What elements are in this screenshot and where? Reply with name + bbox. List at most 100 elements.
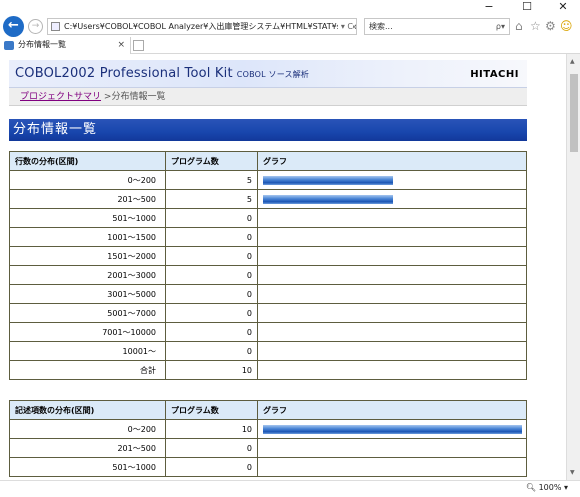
table-row: 501〜1000 0: [9, 208, 527, 228]
feedback-smiley-icon[interactable]: ☺: [560, 18, 573, 34]
title-bar: − ☐ ✕: [0, 0, 580, 15]
product-banner: COBOL2002 Professional Tool Kit COBOL ソース…: [9, 60, 527, 88]
range-cell: 1501〜2000: [9, 246, 166, 266]
refresh-dropdown-icon[interactable]: ▾ C: [337, 19, 353, 34]
new-tab-button[interactable]: [133, 40, 144, 51]
graph-cell: [257, 265, 527, 285]
zoom-level[interactable]: 🔍︎ 100% ▾: [526, 483, 568, 492]
graph-cell: [257, 227, 527, 247]
range-cell: 5001〜7000: [9, 303, 166, 323]
back-button[interactable]: ←: [3, 16, 24, 37]
home-icon[interactable]: ⌂: [515, 18, 523, 34]
graph-cell: [257, 303, 527, 323]
range-cell: 1001〜1500: [9, 227, 166, 247]
ie-page-icon: [4, 41, 14, 50]
table-row: 0〜200 10: [9, 419, 527, 439]
range-cell: 3001〜5000: [9, 284, 166, 304]
page-title: 分布情報一覧: [9, 119, 527, 141]
graph-cell: [257, 284, 527, 304]
range-cell: 501〜1000: [9, 208, 166, 228]
table-row: 0〜200 5: [9, 170, 527, 190]
range-cell: 10001〜: [9, 341, 166, 361]
range-cell: 2001〜3000: [9, 265, 166, 285]
graph-cell: [257, 208, 527, 228]
count-cell: 0: [165, 341, 258, 361]
column-header-range: 行数の分布(区間): [9, 151, 166, 171]
favorites-star-icon[interactable]: ☆: [530, 18, 541, 34]
table-row: 501〜1000 0: [9, 457, 527, 477]
minimize-button[interactable]: −: [474, 0, 504, 15]
distribution-bar: [263, 175, 393, 185]
distribution-bar: [263, 424, 522, 434]
page-content: COBOL2002 Professional Tool Kit COBOL ソース…: [0, 54, 566, 480]
column-header-range: 記述項数の分布(区間): [9, 400, 166, 420]
close-window-button[interactable]: ✕: [548, 0, 578, 15]
breadcrumb-project-summary-link[interactable]: プロジェクトサマリ: [20, 92, 101, 102]
address-row: ← → C:¥Users¥COBOL¥COBOL Analyzer¥入出庫管理シ…: [0, 15, 580, 37]
count-cell: 0: [165, 246, 258, 266]
table-row: 3001〜5000 0: [9, 284, 527, 304]
breadcrumb: プロジェクトサマリ >分布情報一覧: [9, 88, 527, 106]
address-url: C:¥Users¥COBOL¥COBOL Analyzer¥入出庫管理システム¥…: [64, 22, 357, 31]
tab-strip: 分布情報一覧 ×: [0, 37, 580, 54]
count-cell: 0: [165, 303, 258, 323]
range-cell: 0〜200: [9, 419, 166, 439]
tab-active[interactable]: 分布情報一覧 ×: [0, 37, 131, 54]
line-count-distribution-table: 行数の分布(区間) プログラム数 グラフ 0〜200 5 201〜500 5 501〜1…: [9, 151, 527, 380]
address-bar[interactable]: C:¥Users¥COBOL¥COBOL Analyzer¥入出庫管理システム¥…: [47, 18, 357, 35]
description-item-distribution-table: 記述項数の分布(区間) プログラム数 グラフ 0〜200 10 201〜500 0 50…: [9, 400, 527, 477]
scroll-down-icon[interactable]: ▼: [570, 469, 575, 476]
search-icon[interactable]: ρ▾: [496, 19, 505, 34]
count-cell: 5: [165, 170, 258, 190]
graph-cell: [257, 246, 527, 266]
table-row: 201〜500 0: [9, 438, 527, 458]
table-row: 合計 10: [9, 360, 527, 380]
range-cell: 0〜200: [9, 170, 166, 190]
count-cell: 0: [165, 322, 258, 342]
count-cell: 5: [165, 189, 258, 209]
column-header-program-count: プログラム数: [165, 400, 258, 420]
zoom-value: 100%: [538, 483, 562, 492]
graph-cell: [257, 170, 527, 190]
back-arrow-icon: ←: [8, 18, 19, 33]
tab-close-icon[interactable]: ×: [117, 37, 125, 53]
range-cell: 合計: [9, 360, 166, 380]
graph-cell: [257, 457, 527, 477]
range-cell: 201〜500: [9, 438, 166, 458]
forward-button[interactable]: →: [28, 19, 43, 34]
zoom-icon: 🔍︎: [525, 483, 539, 492]
tab-title: 分布情報一覧: [18, 40, 66, 49]
product-subtitle: COBOL ソース解析: [236, 70, 310, 79]
breadcrumb-current: 分布情報一覧: [111, 92, 166, 102]
count-cell: 10: [165, 360, 258, 380]
table-row: 2001〜3000 0: [9, 265, 527, 285]
graph-cell: [257, 419, 527, 439]
table-row: 10001〜 0: [9, 341, 527, 361]
search-input[interactable]: 検索... ρ▾: [364, 18, 510, 35]
graph-cell: [257, 360, 527, 380]
product-name: COBOL2002 Professional Tool Kit: [15, 66, 233, 81]
column-header-program-count: プログラム数: [165, 151, 258, 171]
count-cell: 0: [165, 227, 258, 247]
distribution-bar: [263, 194, 393, 204]
scroll-up-icon[interactable]: ▲: [570, 58, 575, 65]
product-title: COBOL2002 Professional Tool Kit COBOL ソース…: [15, 66, 309, 81]
count-cell: 10: [165, 419, 258, 439]
table-row: 1501〜2000 0: [9, 246, 527, 266]
graph-cell: [257, 322, 527, 342]
page-file-icon: [51, 22, 60, 31]
maximize-button[interactable]: ☐: [512, 0, 542, 15]
scrollbar-thumb[interactable]: [570, 74, 578, 152]
table-row: 5001〜7000 0: [9, 303, 527, 323]
count-cell: 0: [165, 457, 258, 477]
graph-cell: [257, 189, 527, 209]
range-cell: 201〜500: [9, 189, 166, 209]
vertical-scrollbar[interactable]: ▲ ▼: [566, 54, 580, 480]
count-cell: 0: [165, 284, 258, 304]
column-header-graph: グラフ: [257, 400, 527, 420]
count-cell: 0: [165, 208, 258, 228]
count-cell: 0: [165, 265, 258, 285]
settings-gear-icon[interactable]: ⚙: [545, 18, 556, 34]
range-cell: 7001〜10000: [9, 322, 166, 342]
forward-arrow-icon: →: [31, 21, 40, 31]
